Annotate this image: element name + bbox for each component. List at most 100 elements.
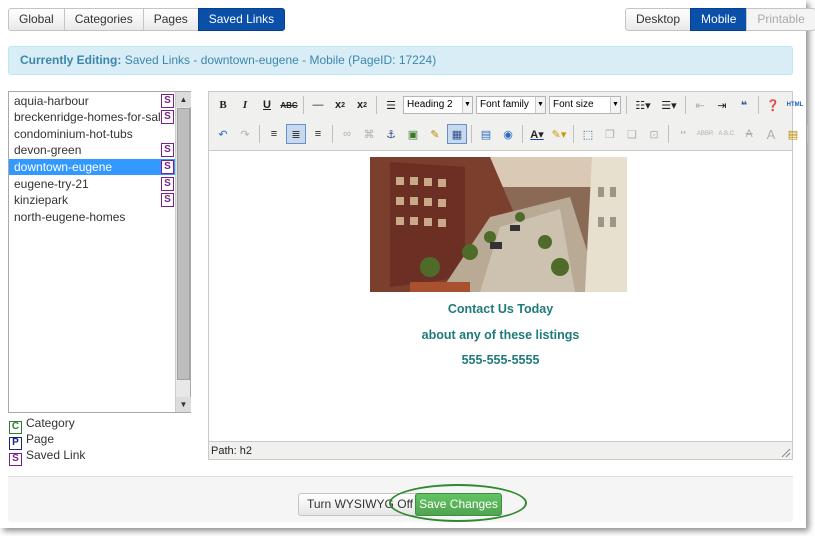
format-select[interactable]: Heading 2 ▼ bbox=[403, 96, 473, 114]
saved-link-badge-icon: S bbox=[9, 453, 22, 466]
resize-handle-icon[interactable] bbox=[781, 448, 791, 458]
saved-link-badge: S bbox=[161, 160, 174, 174]
saved-link-badge: S bbox=[161, 110, 174, 124]
toolbar-separator bbox=[668, 125, 669, 143]
text-color-icon[interactable]: A▾ bbox=[527, 124, 547, 144]
font-size-select[interactable]: Font size ▼ bbox=[549, 96, 621, 114]
legend-label: Page bbox=[26, 432, 55, 446]
list-item-label: breckenridge-homes-for-sale bbox=[14, 110, 168, 124]
link-icon[interactable]: ∞ bbox=[337, 124, 357, 144]
street-photo-image bbox=[370, 157, 627, 292]
tab-saved-links[interactable]: Saved Links bbox=[197, 8, 286, 31]
toolbar-separator bbox=[376, 96, 377, 114]
toolbar-separator bbox=[332, 125, 333, 143]
list-item-label: kinziepark bbox=[14, 193, 69, 207]
help-icon[interactable]: ❓ bbox=[763, 95, 783, 115]
indent-icon[interactable]: ⇥ bbox=[712, 95, 732, 115]
copy-icon[interactable]: ❐ bbox=[600, 124, 620, 144]
list-item-label: downtown-eugene bbox=[14, 160, 113, 174]
list-item[interactable]: north-eugene-homes bbox=[9, 209, 176, 225]
date-icon[interactable]: ◉ bbox=[498, 124, 518, 144]
list-item[interactable]: kinziepark S bbox=[9, 192, 176, 208]
scroll-up-arrow-icon[interactable]: ▲ bbox=[176, 92, 191, 107]
toolbar-separator bbox=[626, 96, 627, 114]
visual-aid-icon[interactable]: ▦ bbox=[447, 124, 467, 144]
numbered-list-icon[interactable]: ☰▾ bbox=[657, 95, 681, 115]
legend-category: C Category bbox=[9, 416, 75, 434]
list-item[interactable]: condominium-hot-tubs bbox=[9, 126, 176, 142]
bullet-list-icon[interactable]: ☷▾ bbox=[631, 95, 655, 115]
blockquote-icon[interactable]: ❝ bbox=[734, 95, 754, 115]
chevron-down-icon: ▼ bbox=[462, 97, 472, 113]
bold-icon[interactable]: B bbox=[213, 95, 233, 115]
horizontal-rule-icon[interactable]: — bbox=[308, 95, 328, 115]
tab-pages[interactable]: Pages bbox=[142, 8, 199, 31]
view-desktop[interactable]: Desktop bbox=[625, 8, 692, 31]
view-mobile[interactable]: Mobile bbox=[690, 8, 748, 31]
list-item[interactable]: devon-green S bbox=[9, 142, 176, 158]
select-all-icon[interactable]: ⬚ bbox=[578, 124, 598, 144]
underline-icon[interactable]: U bbox=[257, 95, 277, 115]
unlink-icon[interactable]: ⌘ bbox=[359, 124, 379, 144]
list-scrollbar[interactable]: ▲ ▼ bbox=[175, 92, 191, 412]
undo-icon[interactable]: ↶ bbox=[213, 124, 233, 144]
insert-layer-icon[interactable]: ⊡ bbox=[644, 124, 664, 144]
strikethrough-icon[interactable]: ABC bbox=[279, 95, 299, 115]
insertion-icon[interactable]: A bbox=[761, 124, 781, 144]
subscript-icon[interactable]: x2 bbox=[330, 95, 350, 115]
font-family-select[interactable]: Font family ▼ bbox=[476, 96, 546, 114]
street-photo bbox=[370, 157, 627, 292]
list-item[interactable]: eugene-try-21 S bbox=[9, 176, 176, 192]
list-item-label: aquia-harbour bbox=[14, 94, 89, 108]
image-icon[interactable]: ▣ bbox=[403, 124, 423, 144]
cite-icon[interactable]: ❛❛ bbox=[673, 124, 693, 144]
legend-saved-link: S Saved Link bbox=[9, 448, 85, 466]
align-center-icon[interactable]: ≣ bbox=[286, 124, 306, 144]
cleanup-icon[interactable]: ✎ bbox=[425, 124, 445, 144]
abbr-icon[interactable]: ABBR bbox=[695, 124, 715, 144]
redo-icon[interactable]: ↷ bbox=[235, 124, 255, 144]
toolbar-row-1: B I U ABC — x2 x2 ☰ Heading 2 ▼ Font fami… bbox=[213, 94, 807, 116]
list-item-label: devon-green bbox=[14, 143, 82, 157]
saved-links-list[interactable]: aquia-harbour S breckenridge-homes-for-s… bbox=[8, 91, 191, 413]
justify-icon[interactable]: ☰ bbox=[381, 95, 401, 115]
tab-categories[interactable]: Categories bbox=[63, 8, 144, 31]
scroll-down-arrow-icon[interactable]: ▼ bbox=[176, 397, 191, 412]
scroll-thumb[interactable] bbox=[177, 108, 190, 380]
italic-icon[interactable]: I bbox=[235, 95, 255, 115]
acronym-icon[interactable]: A.B.C. bbox=[717, 124, 737, 144]
tab-global[interactable]: Global bbox=[8, 8, 65, 31]
toolbar-row-2: ↶ ↷ ≡ ≣ ≡ ∞ ⌘ ⚓ ▣ ✎ ▦ ▤ ◉ A▾ ✎▾ ⬚ ❐ ❏ ⊡ … bbox=[213, 123, 815, 145]
editor-content-area[interactable]: Contact Us Today about any of these list… bbox=[209, 150, 792, 442]
chevron-down-icon: ▼ bbox=[535, 97, 545, 113]
list-item-label: north-eugene-homes bbox=[14, 210, 126, 224]
list-item[interactable]: aquia-harbour S bbox=[9, 93, 176, 109]
format-select-value: Heading 2 bbox=[407, 99, 453, 110]
outdent-icon[interactable]: ⇤ bbox=[690, 95, 710, 115]
paste-icon[interactable]: ❏ bbox=[622, 124, 642, 144]
heading-phone: 555-555-5555 bbox=[461, 353, 540, 367]
saved-link-badge: S bbox=[161, 177, 174, 191]
font-size-value: Font size bbox=[553, 99, 594, 110]
highlight-color-icon[interactable]: ✎▾ bbox=[549, 124, 569, 144]
list-item[interactable]: breckenridge-homes-for-sale S bbox=[9, 109, 176, 125]
heading-listings: about any of these listings bbox=[421, 328, 580, 342]
deletion-icon[interactable]: A bbox=[739, 124, 759, 144]
toolbar-separator bbox=[685, 96, 686, 114]
media-icon[interactable]: ▤ bbox=[476, 124, 496, 144]
superscript-icon[interactable]: x2 bbox=[352, 95, 372, 115]
align-right-icon[interactable]: ≡ bbox=[308, 124, 328, 144]
path-status: Path: h2 bbox=[211, 445, 252, 457]
anchor-icon[interactable]: ⚓ bbox=[381, 124, 401, 144]
saved-link-badge: S bbox=[161, 193, 174, 207]
legend-page: P Page bbox=[9, 432, 55, 450]
chevron-down-icon: ▼ bbox=[610, 97, 620, 113]
currently-editing-bar: Currently Editing: Saved Links - downtow… bbox=[8, 46, 793, 75]
list-item-selected[interactable]: downtown-eugene S bbox=[9, 159, 176, 175]
editing-label: Currently Editing: bbox=[20, 53, 122, 67]
view-printable[interactable]: Printable bbox=[746, 8, 815, 31]
font-family-value: Font family bbox=[480, 99, 529, 110]
attributes-icon[interactable]: ▤ bbox=[783, 124, 803, 144]
html-source-icon[interactable]: HTML bbox=[785, 95, 805, 115]
align-left-icon[interactable]: ≡ bbox=[264, 124, 284, 144]
